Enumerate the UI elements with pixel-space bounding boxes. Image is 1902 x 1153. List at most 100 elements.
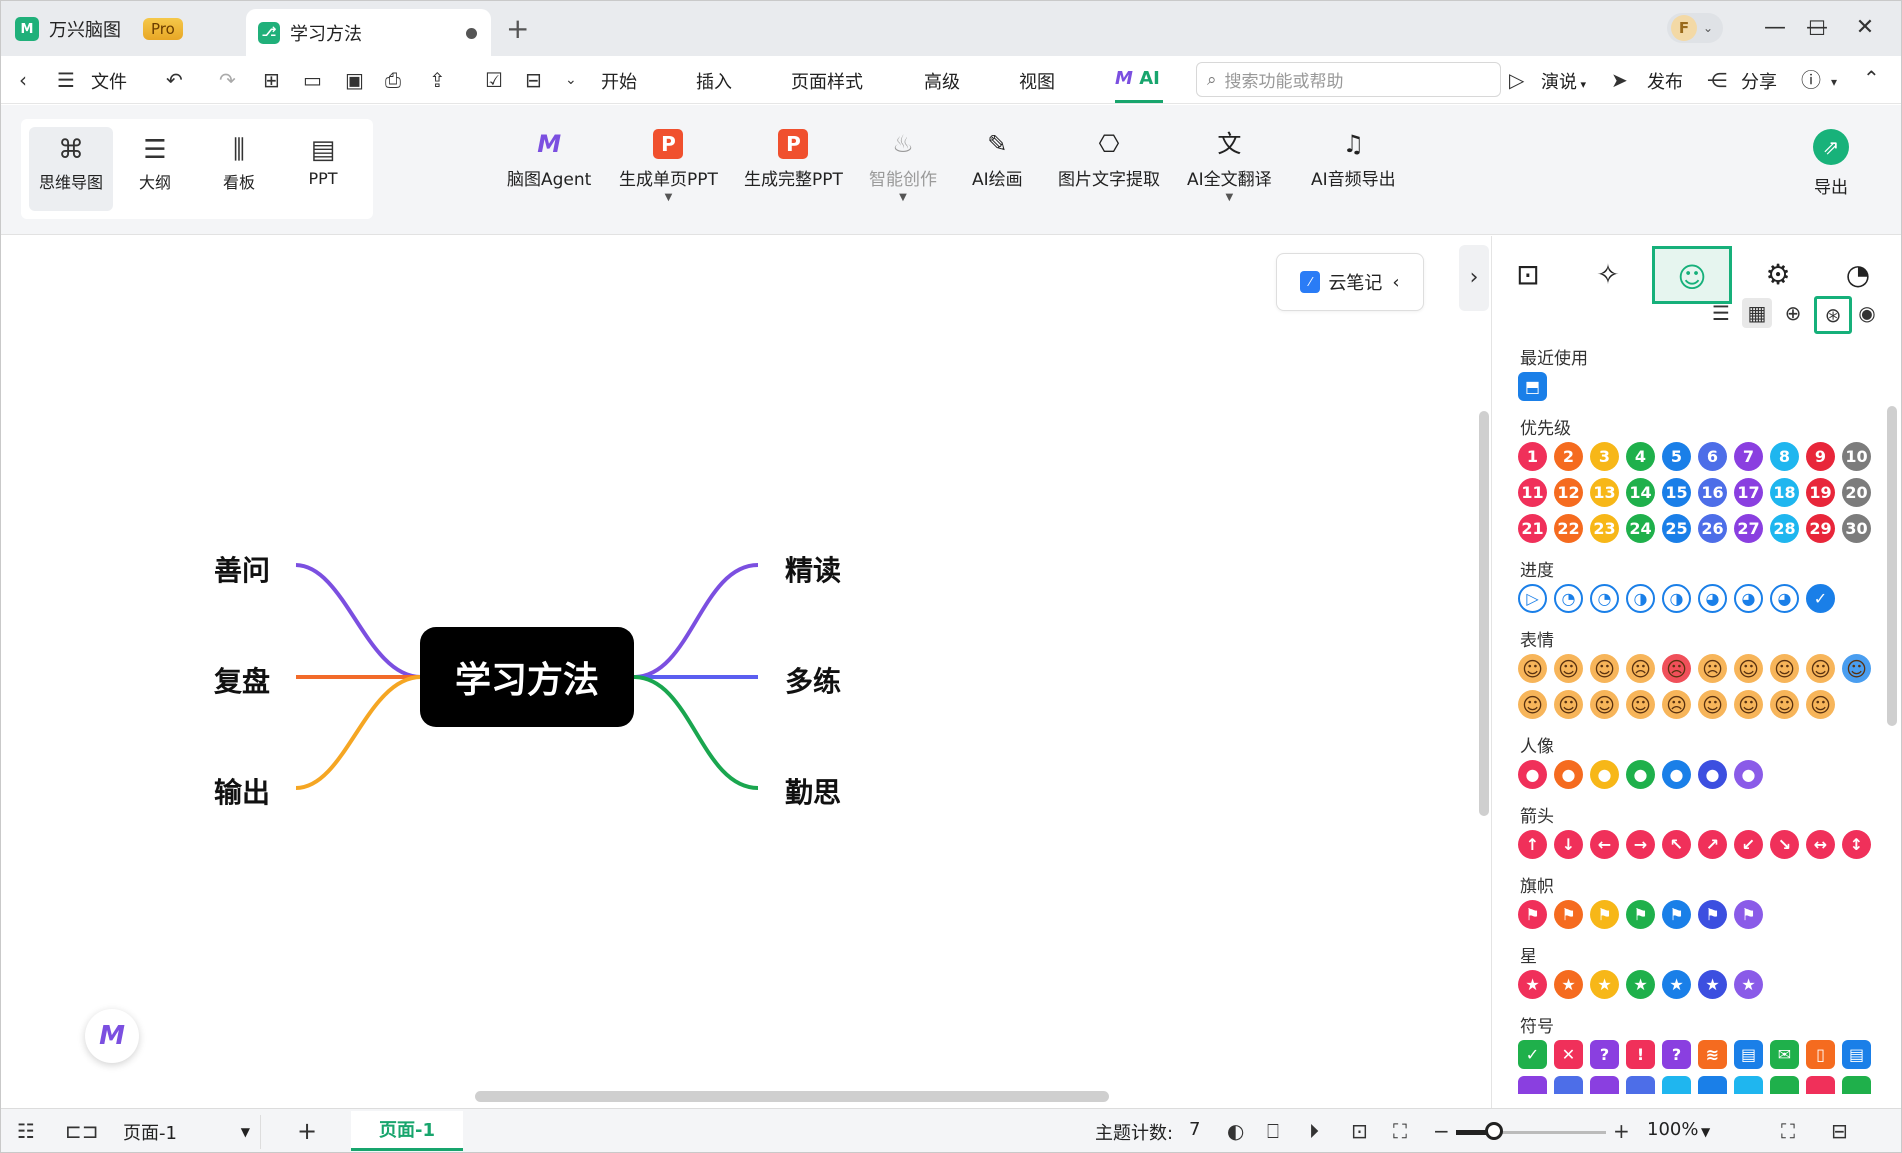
priority-30-icon[interactable]: 30: [1842, 514, 1871, 543]
new-file-icon[interactable]: ⊞: [263, 68, 280, 92]
file-menu[interactable]: 文件: [91, 68, 127, 94]
book-icon[interactable]: ⎕: [1267, 1119, 1279, 1143]
symbol-8-icon[interactable]: ✉: [1770, 1040, 1799, 1069]
person-2-icon[interactable]: ●: [1554, 760, 1583, 789]
priority-25-icon[interactable]: 25: [1662, 514, 1691, 543]
flag-1-icon[interactable]: ⚑: [1518, 900, 1547, 929]
present-button[interactable]: 演说 ▾: [1541, 68, 1586, 94]
grid-view-icon[interactable]: ▦: [1742, 298, 1772, 328]
export-button[interactable]: ⇗ 导出: [1813, 129, 1849, 198]
arrow-7-icon[interactable]: ↙: [1734, 830, 1763, 859]
priority-26-icon[interactable]: 26: [1698, 514, 1727, 543]
more-chevron-icon[interactable]: ⌄: [565, 68, 577, 92]
emoji-emo1-9-icon[interactable]: ☺: [1806, 654, 1835, 683]
minimize-button-2[interactable]: —: [1755, 13, 1795, 43]
priority-17-icon[interactable]: 17: [1734, 478, 1763, 507]
topic-shanwen[interactable]: 善问: [214, 549, 270, 589]
person-3-icon[interactable]: ●: [1590, 760, 1619, 789]
emoji-emo2-3-icon[interactable]: ☺: [1590, 690, 1619, 719]
priority-12-icon[interactable]: 12: [1554, 478, 1583, 507]
flag-2-icon[interactable]: ⚑: [1554, 900, 1583, 929]
gen-full-ppt-button[interactable]: P 生成完整PPT: [744, 129, 843, 190]
send-icon[interactable]: ➤: [1611, 68, 1628, 92]
custom-icon-button[interactable]: ⊛: [1814, 296, 1852, 334]
undo-icon[interactable]: ↶: [166, 68, 183, 92]
person-7-icon[interactable]: ●: [1734, 760, 1763, 789]
arrow-10-icon[interactable]: ↕: [1842, 830, 1871, 859]
add-page-icon[interactable]: +: [297, 1119, 317, 1143]
priority-29-icon[interactable]: 29: [1806, 514, 1835, 543]
emoji-emo1-7-icon[interactable]: ☺: [1734, 654, 1763, 683]
priority-11-icon[interactable]: 11: [1518, 478, 1547, 507]
progress-8-icon[interactable]: ◕: [1770, 584, 1799, 613]
help-icon[interactable]: ⓘ: [1801, 68, 1821, 92]
emoji-emo2-6-icon[interactable]: ☺: [1698, 690, 1727, 719]
panel-scrollbar[interactable]: [1887, 406, 1897, 726]
symbol-4-icon[interactable]: !: [1626, 1040, 1655, 1069]
symbol-row2-7-icon[interactable]: [1734, 1076, 1763, 1094]
collapse-ribbon-icon[interactable]: ⌃: [1863, 66, 1880, 90]
view-outline-button[interactable]: ☰ 大纲: [113, 127, 197, 211]
add-icon-icon[interactable]: ⊕: [1778, 298, 1808, 328]
eye-icon[interactable]: ◉: [1852, 298, 1882, 328]
priority-6-icon[interactable]: 6: [1698, 442, 1727, 471]
canvas-vertical-scrollbar[interactable]: [1479, 411, 1489, 816]
page-tab[interactable]: 页面-1: [351, 1111, 463, 1151]
theme-toggle-icon[interactable]: ◐: [1227, 1119, 1244, 1143]
symbol-2-icon[interactable]: ✕: [1554, 1040, 1583, 1069]
zoom-out-icon[interactable]: −: [1433, 1119, 1450, 1143]
emoji-emo2-9-icon[interactable]: ☺: [1806, 690, 1835, 719]
share-button[interactable]: 分享: [1741, 68, 1777, 94]
open-folder-icon[interactable]: ▭: [303, 68, 322, 92]
back-icon[interactable]: ‹: [19, 68, 27, 92]
export-icon[interactable]: ⇪: [429, 68, 446, 92]
symbol-7-icon[interactable]: ▤: [1734, 1040, 1763, 1069]
new-tab-button[interactable]: +: [506, 15, 529, 43]
check-icon[interactable]: ☑: [485, 68, 503, 92]
priority-10-icon[interactable]: 10: [1842, 442, 1871, 471]
progress-6-icon[interactable]: ◕: [1698, 584, 1727, 613]
fit-screen-icon[interactable]: ⛶: [1393, 1119, 1407, 1143]
topic-duolian[interactable]: 多练: [785, 660, 841, 700]
zoom-slider-knob[interactable]: [1484, 1122, 1503, 1140]
flag-4-icon[interactable]: ⚑: [1626, 900, 1655, 929]
star-1-icon[interactable]: ★: [1518, 970, 1547, 999]
symbol-row2-1-icon[interactable]: [1518, 1076, 1547, 1094]
emoji-emo1-10-icon[interactable]: ☺: [1842, 654, 1871, 683]
agent-button[interactable]: M 脑图Agent: [507, 129, 591, 190]
share-icon[interactable]: ⋲: [1707, 68, 1727, 92]
menu-ai[interactable]: M AI: [1115, 68, 1160, 89]
panel-tab-theme[interactable]: ⚙: [1742, 246, 1814, 304]
help-caret-icon[interactable]: ▾: [1831, 70, 1837, 94]
unsaved-dot-icon[interactable]: [466, 28, 477, 39]
fit-page-icon[interactable]: ⊡: [1351, 1119, 1368, 1143]
zoom-value[interactable]: 100%: [1647, 1119, 1698, 1140]
priority-13-icon[interactable]: 13: [1590, 478, 1619, 507]
emoji-emo1-2-icon[interactable]: ☺: [1554, 654, 1583, 683]
symbol-row2-10-icon[interactable]: [1842, 1076, 1871, 1094]
arrow-1-icon[interactable]: ↑: [1518, 830, 1547, 859]
panel-tab-ai[interactable]: ✧: [1572, 246, 1644, 304]
ocr-button[interactable]: ⎔ 图片文字提取: [1058, 129, 1160, 190]
arrow-8-icon[interactable]: ↘: [1770, 830, 1799, 859]
cloud-notes-button[interactable]: ⁄ 云笔记 ‹: [1276, 253, 1424, 311]
star-2-icon[interactable]: ★: [1554, 970, 1583, 999]
priority-2-icon[interactable]: 2: [1554, 442, 1583, 471]
star-4-icon[interactable]: ★: [1626, 970, 1655, 999]
app-home-tab[interactable]: M 万兴脑图 Pro: [15, 9, 225, 49]
emoji-emo2-1-icon[interactable]: ☺: [1518, 690, 1547, 719]
fullscreen-icon[interactable]: ⛶: [1781, 1119, 1795, 1143]
document-tab[interactable]: ⎇ 学习方法: [246, 9, 491, 56]
zoom-in-icon[interactable]: +: [1613, 1119, 1630, 1143]
collapse-panel-icon[interactable]: ⊟: [1831, 1119, 1848, 1143]
audio-export-button[interactable]: ♫ AI音频导出: [1311, 129, 1396, 190]
priority-22-icon[interactable]: 22: [1554, 514, 1583, 543]
priority-16-icon[interactable]: 16: [1698, 478, 1727, 507]
arrow-6-icon[interactable]: ↗: [1698, 830, 1727, 859]
gen-single-ppt-button[interactable]: P 生成单页PPT ▼: [619, 129, 718, 203]
priority-1-icon[interactable]: 1: [1518, 442, 1547, 471]
arrow-3-icon[interactable]: ←: [1590, 830, 1619, 859]
emoji-emo1-3-icon[interactable]: ☺: [1590, 654, 1619, 683]
person-5-icon[interactable]: ●: [1662, 760, 1691, 789]
topic-shuchu[interactable]: 输出: [214, 771, 270, 811]
